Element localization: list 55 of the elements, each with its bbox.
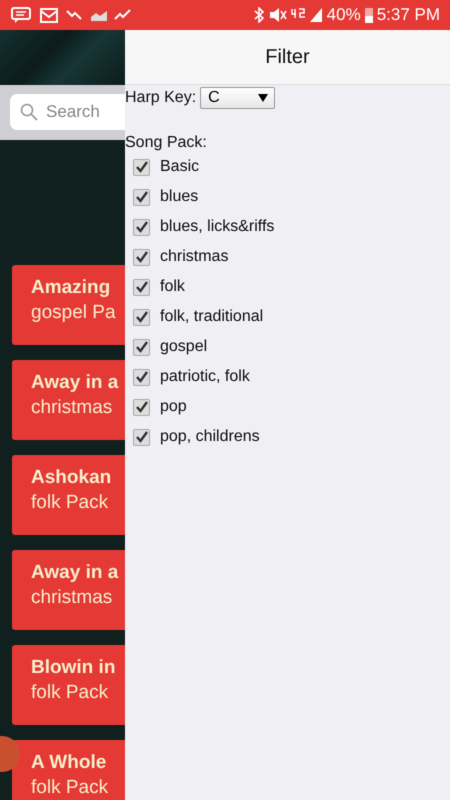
signal-icon <box>308 7 323 23</box>
checkbox[interactable] <box>133 218 150 236</box>
message-icon <box>10 6 32 24</box>
song-pack: christmas <box>31 587 114 609</box>
trend-up-icon <box>114 8 132 22</box>
checkbox-label: christmas <box>160 248 228 266</box>
drawer-title: Filter <box>265 46 310 68</box>
checkbox-label: patriotic, folk <box>160 368 250 386</box>
checkbox-label: pop, childrens <box>160 428 260 446</box>
checkbox-label: Basic <box>160 158 200 176</box>
key-dropdown[interactable]: C <box>200 87 276 109</box>
song-card[interactable]: Amazing gospel Pa <box>12 265 125 345</box>
checkbox-label: gospel <box>160 338 208 356</box>
mute-icon <box>268 7 287 23</box>
trend-down-icon <box>66 8 84 22</box>
song-title: Away in a <box>31 562 120 584</box>
checkbox[interactable] <box>133 188 150 206</box>
checkbox-label: blues, licks&riffs <box>160 218 274 236</box>
battery-percent: 40% <box>326 5 361 25</box>
checkbox[interactable] <box>133 398 150 416</box>
song-card[interactable]: Away in a christmas <box>12 550 125 630</box>
checkbox[interactable] <box>133 338 150 356</box>
search-field[interactable]: Search <box>10 94 125 130</box>
song-pack: christmas <box>31 397 114 419</box>
checkbox-label: blues <box>160 188 198 206</box>
checkbox[interactable] <box>133 278 150 296</box>
song-card[interactable]: Blowin in folk Pack <box>12 645 125 725</box>
checkbox[interactable] <box>133 158 150 176</box>
mail-icon <box>38 6 60 24</box>
checkbox[interactable] <box>133 368 150 386</box>
song-title: Ashokan <box>31 467 112 489</box>
song-card[interactable]: A Whole folk Pack <box>12 740 125 800</box>
song-title: Amazing <box>31 277 112 299</box>
song-pack: folk Pack <box>31 777 110 799</box>
song-title: Blowin in <box>31 657 116 679</box>
song-pack: folk Pack <box>31 682 110 704</box>
checkbox-label: folk, traditional <box>160 308 264 326</box>
song-pack: gospel Pa <box>31 302 117 324</box>
checkbox[interactable] <box>133 248 150 266</box>
caret-icon <box>258 94 268 102</box>
bluetooth-icon <box>252 7 265 23</box>
section-label: Song Pack: <box>125 134 208 152</box>
song-card[interactable]: Ashokan folk Pack <box>12 455 125 535</box>
song-title: A Whole <box>31 752 108 774</box>
checkbox-label: folk <box>160 278 185 296</box>
checkbox[interactable] <box>133 308 150 326</box>
area-chart-icon <box>90 8 108 22</box>
song-pack: folk Pack <box>31 492 110 514</box>
field-label: Harp Key: <box>125 89 196 107</box>
song-title: Away in a <box>31 372 120 394</box>
checkbox-label: pop <box>160 398 187 416</box>
checkbox[interactable] <box>133 428 150 446</box>
clock: 5:37 PM <box>376 5 440 25</box>
song-card[interactable]: Away in a christmas <box>12 360 125 440</box>
battery-icon <box>364 7 373 23</box>
